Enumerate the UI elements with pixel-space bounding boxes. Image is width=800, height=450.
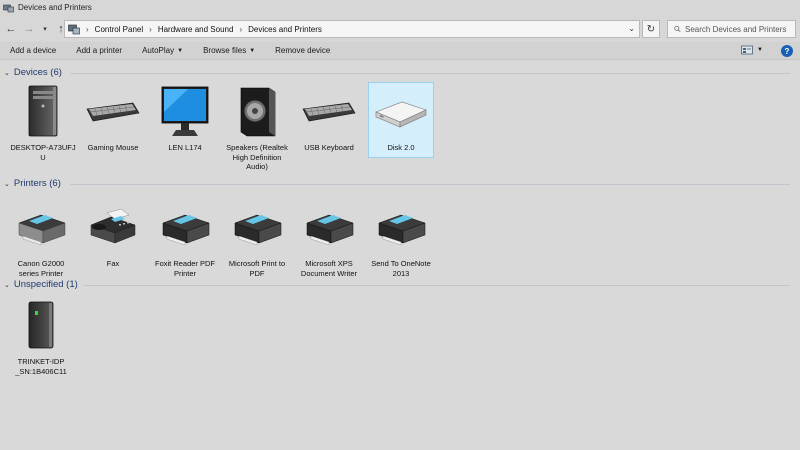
chevron-down-icon: ▼ (177, 47, 184, 54)
speaker-icon (240, 87, 276, 137)
unspecified-item[interactable]: TRINKET-IDP _SN:1B406C11 (8, 297, 74, 376)
add-printer-button[interactable]: Add a printer (76, 46, 122, 55)
printer-item[interactable]: Fax (80, 199, 146, 269)
breadcrumb-devices-and-printers[interactable]: Devices and Printers (248, 25, 322, 34)
device-item[interactable]: Speakers (Realtek High Definition Audio) (224, 83, 290, 172)
forward-arrow-icon[interactable]: → (22, 22, 36, 36)
keyboard-icon (302, 102, 356, 122)
printer-item[interactable]: Canon G2000 series Printer (8, 199, 74, 278)
device-item[interactable]: LEN L174 (152, 83, 218, 153)
collapse-chevron-icon[interactable]: ⌄ (4, 281, 10, 289)
collapse-chevron-icon[interactable]: ⌄ (4, 69, 10, 77)
printer-label: Microsoft XPS Document Writer (300, 259, 358, 278)
printer-label: Fax (106, 259, 120, 268)
command-bar: Add a device Add a printer AutoPlay ▼ Br… (0, 42, 800, 60)
group-title-devices: Devices (6) (13, 67, 62, 78)
browse-files-menu-button[interactable]: Browse files ▼ (203, 46, 255, 55)
chevron-down-icon: ▼ (249, 47, 256, 54)
device-label: Speakers (Realtek High Definition Audio) (226, 143, 288, 171)
chevron-down-icon: ▼ (757, 47, 763, 53)
search-icon (674, 25, 681, 33)
device-label: TRINKET-IDP _SN:1B406C11 (15, 357, 67, 376)
collapse-chevron-icon[interactable]: ⌄ (4, 180, 10, 188)
search-input[interactable] (685, 24, 795, 34)
device-label: Gaming Mouse (87, 143, 139, 152)
device-item[interactable]: DESKTOP-A73UFJ U (10, 83, 76, 162)
autoplay-label: AutoPlay (142, 46, 175, 55)
printer-item[interactable]: Microsoft Print to PDF (224, 199, 290, 278)
group-title-unspecified: Unspecified (1) (13, 279, 78, 290)
device-label: Disk 2.0 (387, 143, 415, 152)
printer-item[interactable]: Microsoft XPS Document Writer (296, 199, 362, 278)
devices-content-pane: ⌄ Devices (6) DESKTOP-A73UFJ U Gaming Mo… (0, 61, 800, 450)
control-panel-icon (68, 24, 80, 34)
keyboard-icon (86, 102, 140, 122)
printer-label: Send To OneNote 2013 (371, 259, 431, 278)
group-header-printers[interactable]: ⌄ Printers (6) (4, 178, 794, 189)
breadcrumb-control-panel[interactable]: Control Panel (95, 25, 143, 34)
recent-locations-chevron-icon[interactable]: ▾ (38, 22, 52, 36)
title-bar: Devices and Printers (0, 0, 800, 15)
group-divider (70, 184, 790, 185)
printer-icon (234, 214, 282, 246)
browse-files-label: Browse files (203, 46, 247, 55)
breadcrumb-separator-icon[interactable]: › (149, 25, 152, 34)
device-label: USB Keyboard (304, 143, 354, 152)
change-view-button[interactable]: ▼ (741, 45, 763, 55)
search-box[interactable] (667, 20, 796, 38)
printer-icon (306, 214, 354, 246)
help-button[interactable]: ? (781, 45, 793, 57)
printer-label: Microsoft Print to PDF (228, 259, 286, 278)
printer-label: Canon G2000 series Printer (17, 259, 65, 278)
remove-device-button[interactable]: Remove device (275, 46, 330, 55)
printer-icon (162, 214, 210, 246)
device-item[interactable]: Gaming Mouse (80, 83, 146, 153)
autoplay-menu-button[interactable]: AutoPlay ▼ (142, 46, 183, 55)
add-device-button[interactable]: Add a device (10, 46, 56, 55)
devices-printers-app-icon (3, 4, 14, 12)
device-item-selected[interactable]: Disk 2.0 (368, 82, 434, 158)
group-header-devices[interactable]: ⌄ Devices (6) (4, 67, 794, 78)
monitor-icon (161, 86, 209, 136)
device-label: DESKTOP-A73UFJ U (10, 143, 76, 162)
breadcrumb-hardware-and-sound[interactable]: Hardware and Sound (158, 25, 234, 34)
group-divider (84, 285, 790, 286)
view-options-icon (741, 45, 753, 55)
back-arrow-icon[interactable]: ← (4, 22, 18, 36)
printer-item[interactable]: Foxit Reader PDF Printer (152, 199, 218, 278)
breadcrumb-separator-icon[interactable]: › (86, 25, 89, 34)
refresh-button[interactable]: ↻ (642, 20, 660, 38)
address-bar[interactable]: › Control Panel › Hardware and Sound › D… (64, 20, 640, 38)
group-header-unspecified[interactable]: ⌄ Unspecified (1) (4, 279, 794, 290)
printer-label: Foxit Reader PDF Printer (154, 259, 216, 278)
window-title: Devices and Printers (18, 3, 92, 12)
device-label: LEN L174 (168, 143, 202, 152)
printer-item[interactable]: Send To OneNote 2013 (368, 199, 434, 278)
breadcrumb-separator-icon[interactable]: › (239, 25, 242, 34)
desktop-tower-icon (28, 85, 58, 137)
network-box-icon (28, 301, 54, 349)
printer-icon (18, 214, 66, 246)
address-row: ← → ▾ ↑ › Control Panel › Hardware and S… (0, 15, 800, 42)
device-item[interactable]: USB Keyboard (296, 83, 362, 153)
address-dropdown-chevron-icon[interactable]: ⌄ (628, 24, 635, 33)
printer-icon (378, 214, 426, 246)
external-drive-icon (375, 101, 427, 128)
group-title-printers: Printers (6) (13, 178, 61, 189)
group-divider (70, 73, 790, 74)
fax-icon (90, 208, 136, 244)
